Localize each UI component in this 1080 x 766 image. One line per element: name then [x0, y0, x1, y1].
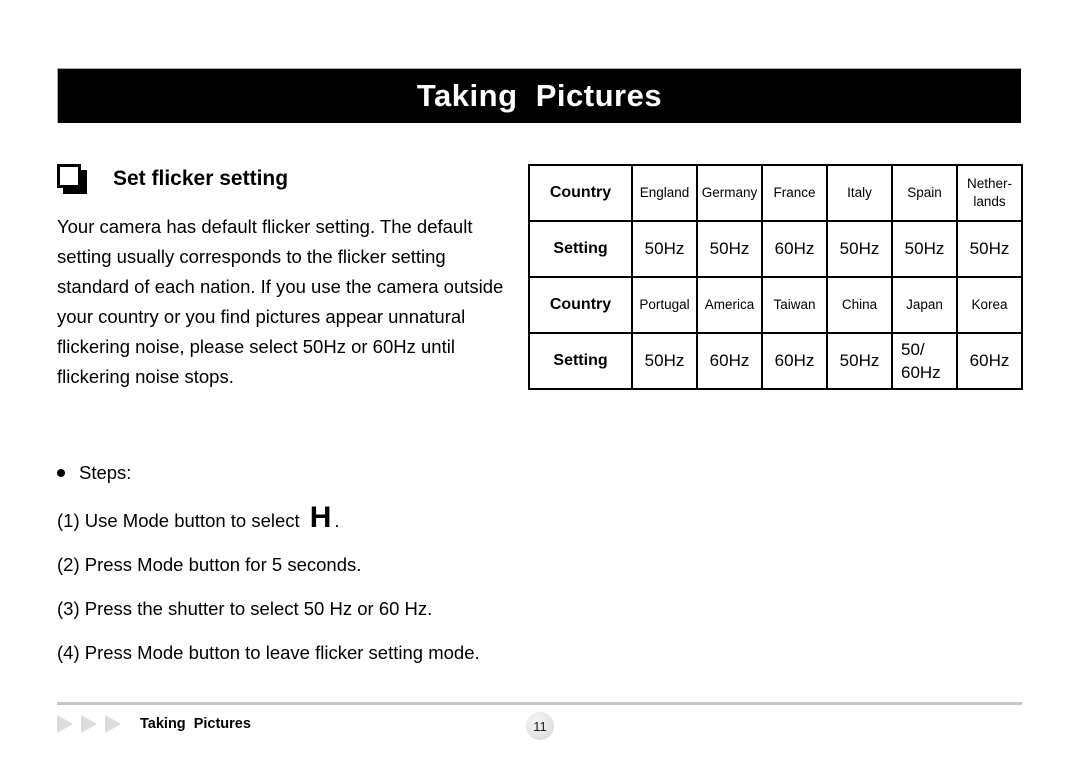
table-body: Country England Germany France Italy Spa…: [528, 164, 1023, 390]
table-cell: America: [696, 276, 763, 334]
footer-arrows: [57, 715, 121, 733]
page-footer: Taking Pictures 11: [57, 712, 1022, 744]
table-row: Setting 50Hz 50Hz 60Hz 50Hz 50Hz 50Hz: [528, 220, 1023, 278]
steps-heading-label: Steps:: [79, 462, 132, 483]
table-cell: 60Hz: [761, 220, 828, 278]
section-body-text: Your camera has default flicker setting.…: [57, 216, 504, 387]
table-cell: 60Hz: [956, 332, 1023, 390]
section-title: Set flicker setting: [113, 167, 289, 190]
table-cell: 50Hz: [631, 332, 698, 390]
table-cell: 50Hz: [631, 220, 698, 278]
page-title-banner: Taking Pictures: [57, 68, 1021, 123]
step-text: (4) Press Mode button to leave flicker s…: [57, 642, 480, 663]
triangle-right-icon: [57, 715, 73, 733]
steps-section: Steps: (1) Use Mode button to select H .…: [57, 462, 677, 686]
table-row: Country Portugal America Taiwan China Ja…: [528, 276, 1023, 334]
table-cell: Nether- lands: [956, 164, 1023, 222]
row-label-setting: Setting: [528, 220, 633, 278]
table-cell: Taiwan: [761, 276, 828, 334]
step-text: (3) Press the shutter to select 50 Hz or…: [57, 598, 433, 619]
table-cell: Germany: [696, 164, 763, 222]
table-cell: Korea: [956, 276, 1023, 334]
step-text-suffix: .: [334, 510, 340, 531]
table-cell: China: [826, 276, 893, 334]
document-page: Taking Pictures Set flicker setting Your…: [0, 0, 1080, 766]
row-label-country: Country: [528, 276, 633, 334]
table-cell: 50/ 60Hz: [891, 332, 958, 390]
table-cell: Portugal: [631, 276, 698, 334]
table-cell: 60Hz: [696, 332, 763, 390]
square-bullet-face: [57, 164, 81, 188]
table-cell: 50Hz: [696, 220, 763, 278]
triangle-right-icon: [81, 715, 97, 733]
flicker-settings-table: Country England Germany France Italy Spa…: [528, 164, 1023, 390]
step-text: (1) Use Mode button to select: [57, 510, 300, 531]
footer-divider: [57, 702, 1022, 705]
table-cell: 50Hz: [956, 220, 1023, 278]
section-heading: Set flicker setting: [57, 164, 288, 194]
row-label-country: Country: [528, 164, 633, 222]
page-number-badge: 11: [526, 712, 554, 740]
table-cell: 50Hz: [826, 220, 893, 278]
triangle-right-icon: [105, 715, 121, 733]
table-cell: Spain: [891, 164, 958, 222]
table-cell: France: [761, 164, 828, 222]
row-label-setting: Setting: [528, 332, 633, 390]
step-item-2: (2) Press Mode button for 5 seconds.: [57, 554, 677, 576]
mode-h-glyph: H: [309, 501, 332, 534]
page-title: Taking Pictures: [416, 78, 663, 113]
table-row: Country England Germany France Italy Spa…: [528, 164, 1023, 222]
table-cell: 50Hz: [826, 332, 893, 390]
table-cell: 60Hz: [761, 332, 828, 390]
step-item-1: (1) Use Mode button to select H .: [57, 501, 677, 534]
footer-section-label: Taking Pictures: [140, 716, 251, 732]
bullet-dot-icon: [57, 469, 65, 477]
step-item-3: (3) Press the shutter to select 50 Hz or…: [57, 598, 677, 620]
step-item-4: (4) Press Mode button to leave flicker s…: [57, 642, 677, 664]
table-cell: 50Hz: [891, 220, 958, 278]
square-bullet-icon: [57, 164, 87, 194]
steps-heading: Steps:: [57, 462, 677, 484]
table-cell: Japan: [891, 276, 958, 334]
table-row: Setting 50Hz 60Hz 60Hz 50Hz 50/ 60Hz 60H…: [528, 332, 1023, 390]
table-cell: England: [631, 164, 698, 222]
step-text: (2) Press Mode button for 5 seconds.: [57, 554, 362, 575]
table-cell: Italy: [826, 164, 893, 222]
